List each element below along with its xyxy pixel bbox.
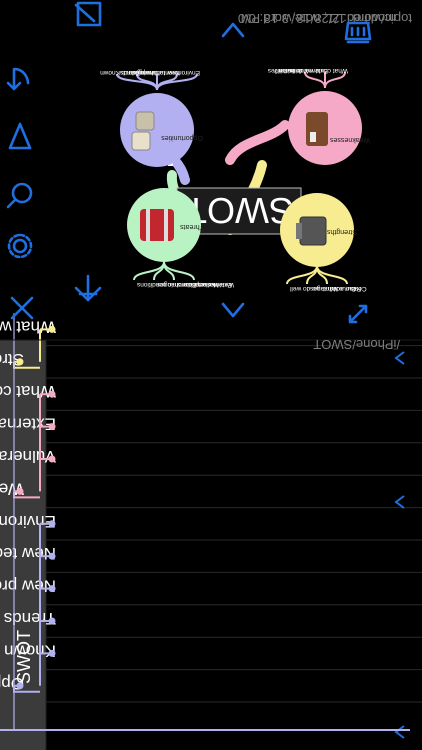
filter-button[interactable] (8, 122, 32, 150)
outline-row[interactable]: Opportunities (0, 674, 422, 703)
status-area: topic/word: 1/1, note/word: 0/0 modified… (238, 11, 412, 352)
search-icon (6, 182, 33, 209)
map-leaf-label[interactable]: Known (100, 69, 120, 76)
outline-row[interactable]: Vulnerabilities (0, 447, 422, 476)
edit-icon (74, 1, 102, 27)
outline-row-label: What we do well (0, 317, 56, 336)
node-threats-label: Threats (180, 223, 204, 230)
close-button[interactable] (10, 296, 34, 320)
node-opportunities-label: Opportunities (161, 134, 203, 141)
outline-row-label: External criticism (0, 415, 56, 434)
expand-icon (348, 304, 368, 324)
search-button[interactable] (6, 182, 33, 209)
collapse-down-button[interactable] (221, 302, 245, 318)
outline-row-label: New products (0, 577, 56, 596)
outline-panel: SWOT OpportunitiesKnownTrendsNew product… (0, 313, 422, 750)
edit-button[interactable] (74, 1, 102, 27)
map-leaf-label[interactable]: Costs (349, 285, 366, 292)
outline-row-label: What could we do better? (0, 382, 56, 401)
chevron-right-icon (394, 351, 405, 365)
filter-icon (8, 122, 32, 150)
outline-row[interactable]: Strengths (0, 350, 422, 379)
back-icon (74, 274, 102, 302)
map-leaf-label[interactable]: Environmental changes (131, 69, 200, 76)
outline-expand-button[interactable] (394, 351, 405, 365)
map-leaf-label[interactable]: Weaknesses (196, 281, 234, 288)
back-button[interactable] (74, 274, 102, 302)
outline-row[interactable]: External criticism (0, 415, 422, 444)
modified-text: modified: 2/28/18, 3:13 PM (241, 11, 396, 26)
outline-expand-button[interactable] (394, 725, 405, 739)
outline-row-label: Trends (4, 609, 56, 628)
mind-map[interactable]: Economic conditionsMarketplace changesEx… (100, 67, 370, 292)
node-strengths[interactable]: Strengths (280, 193, 357, 267)
chevron-right-icon (394, 725, 405, 739)
file-path: /iPhone/SWOT (313, 337, 400, 352)
outline-row[interactable]: Trends (4, 609, 422, 638)
outline-row[interactable]: New products (0, 577, 422, 606)
node-weaknesses-label: Weaknesses (330, 136, 370, 143)
settings-button[interactable] (7, 233, 33, 259)
outline-row-label: New technologies (0, 544, 56, 563)
outline-row[interactable]: Environmental changes (0, 512, 422, 541)
outline-expand-button[interactable] (394, 495, 405, 509)
fullscreen-button[interactable] (348, 304, 368, 324)
outline-row-label: Environmental changes (0, 512, 56, 531)
outline-row[interactable]: Known (4, 641, 422, 671)
map-leaf-label[interactable]: What could we do better? (274, 67, 348, 74)
outline-row[interactable]: New technologies (0, 544, 422, 573)
outline-row[interactable]: Weaknesses (0, 479, 422, 509)
undo-button[interactable] (6, 67, 30, 91)
node-strengths-label: Strengths (327, 228, 357, 235)
close-icon (10, 296, 34, 320)
node-weaknesses[interactable]: Weaknesses (288, 91, 370, 165)
outline-row-label: Vulnerabilities (0, 447, 56, 466)
node-opportunities[interactable]: Opportunities (120, 93, 203, 167)
undo-icon (6, 67, 30, 91)
outline-row[interactable]: What could we do better? (0, 382, 422, 411)
outline-row-label: Known (4, 641, 56, 660)
chevron-right-icon (394, 495, 405, 509)
app-screen: SWOT OpportunitiesKnownTrendsNew product… (0, 0, 422, 750)
chevron-down-icon (221, 302, 245, 318)
gear-icon (7, 233, 33, 259)
